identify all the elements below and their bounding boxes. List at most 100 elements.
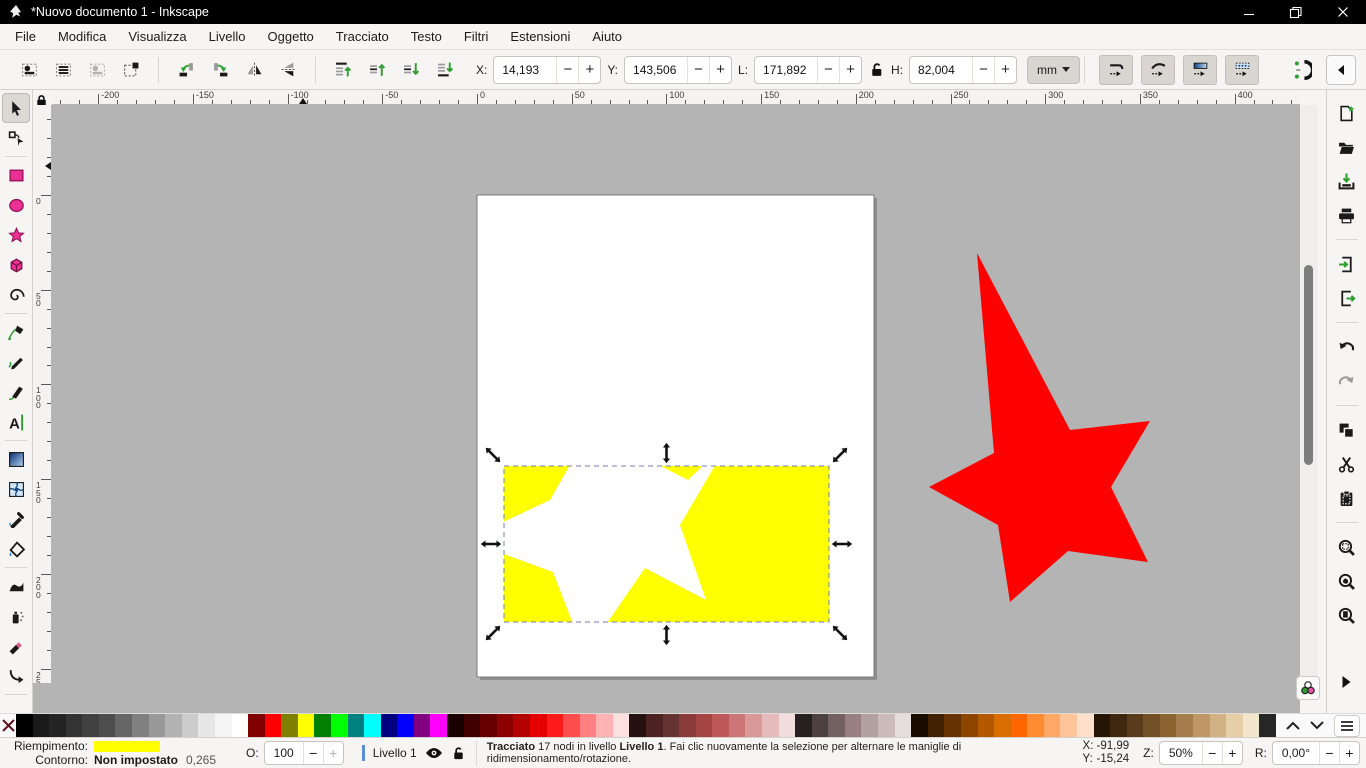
palette-swatch[interactable] bbox=[49, 714, 66, 737]
palette-swatch[interactable] bbox=[530, 714, 547, 737]
palette-swatch[interactable] bbox=[497, 714, 514, 737]
palette-swatch[interactable] bbox=[944, 714, 961, 737]
x-decrement-button[interactable]: − bbox=[556, 57, 578, 83]
palette-swatch[interactable] bbox=[480, 714, 497, 737]
width-decrement-button[interactable]: − bbox=[817, 57, 839, 83]
menu-oggetto[interactable]: Oggetto bbox=[257, 26, 325, 47]
palette-menu-icon[interactable] bbox=[1334, 715, 1360, 737]
y-field[interactable]: 143,506 − + bbox=[624, 56, 732, 84]
cut-button[interactable] bbox=[1333, 449, 1361, 479]
palette-swatch[interactable] bbox=[1011, 714, 1028, 737]
paste-button[interactable] bbox=[1333, 483, 1361, 513]
deselect-button[interactable] bbox=[84, 57, 110, 83]
spray-tool[interactable] bbox=[2, 601, 30, 631]
palette-swatch[interactable] bbox=[1160, 714, 1177, 737]
x-field[interactable]: 14,193 − + bbox=[493, 56, 601, 84]
star-tool[interactable] bbox=[2, 220, 30, 250]
palette-swatch[interactable] bbox=[547, 714, 564, 737]
palette-swatch[interactable] bbox=[82, 714, 99, 737]
menu-testo[interactable]: Testo bbox=[400, 26, 453, 47]
palette-swatch[interactable] bbox=[845, 714, 862, 737]
flip-vertical-button[interactable] bbox=[275, 57, 301, 83]
palette-swatch[interactable] bbox=[198, 714, 215, 737]
vertical-scrollbar-thumb[interactable] bbox=[1304, 265, 1313, 465]
spiral-tool[interactable] bbox=[2, 280, 30, 310]
mesh-gradient-tool[interactable] bbox=[2, 474, 30, 504]
palette-swatch[interactable] bbox=[314, 714, 331, 737]
palette-swatch[interactable] bbox=[1243, 714, 1260, 737]
zoom-page-button[interactable] bbox=[1333, 600, 1361, 630]
palette-swatch[interactable] bbox=[580, 714, 597, 737]
stroke-value[interactable]: Non impostato bbox=[94, 753, 178, 767]
palette-swatch[interactable] bbox=[265, 714, 282, 737]
palette-swatch[interactable] bbox=[232, 714, 249, 737]
palette-swatch[interactable] bbox=[1027, 714, 1044, 737]
palette-swatch[interactable] bbox=[1259, 714, 1276, 737]
menu-filtri[interactable]: Filtri bbox=[453, 26, 500, 47]
height-increment-button[interactable]: + bbox=[994, 57, 1016, 83]
scale-stroke-toggle-button[interactable] bbox=[1099, 55, 1133, 85]
vertical-scrollbar[interactable] bbox=[1300, 105, 1318, 683]
palette-swatch[interactable] bbox=[248, 714, 265, 737]
width-increment-button[interactable]: + bbox=[839, 57, 861, 83]
palette-swatch[interactable] bbox=[414, 714, 431, 737]
collapse-toolbar-button[interactable] bbox=[1326, 55, 1356, 85]
palette-swatch[interactable] bbox=[563, 714, 580, 737]
color-managed-view-icon[interactable] bbox=[1296, 676, 1320, 700]
opacity-value[interactable]: 100 bbox=[265, 746, 303, 760]
y-increment-button[interactable]: + bbox=[709, 57, 731, 83]
layer-name[interactable]: Livello 1 bbox=[373, 746, 417, 760]
menu-modifica[interactable]: Modifica bbox=[47, 26, 117, 47]
layer-visibility-icon[interactable] bbox=[425, 746, 443, 760]
x-increment-button[interactable]: + bbox=[578, 57, 600, 83]
opacity-field[interactable]: 100 − + bbox=[264, 741, 344, 765]
palette-swatch[interactable] bbox=[1094, 714, 1111, 737]
save-button[interactable] bbox=[1333, 166, 1361, 196]
palette-swatch[interactable] bbox=[364, 714, 381, 737]
move-gradients-toggle-button[interactable] bbox=[1183, 55, 1217, 85]
node-editor-tool[interactable] bbox=[2, 123, 30, 153]
pen-tool[interactable] bbox=[2, 317, 30, 347]
minimize-button[interactable] bbox=[1225, 0, 1272, 24]
zoom-selection-button[interactable] bbox=[1333, 532, 1361, 562]
text-tool[interactable]: A bbox=[2, 407, 30, 437]
unit-dropdown[interactable]: mm bbox=[1027, 56, 1080, 84]
palette-swatch[interactable] bbox=[132, 714, 149, 737]
restore-button[interactable] bbox=[1272, 0, 1319, 24]
palette-swatch[interactable] bbox=[16, 714, 33, 737]
eraser-tool[interactable] bbox=[2, 631, 30, 661]
raise-to-top-button[interactable] bbox=[330, 57, 356, 83]
palette-swatch[interactable] bbox=[281, 714, 298, 737]
palette-swatch[interactable] bbox=[663, 714, 680, 737]
palette-swatch[interactable] bbox=[795, 714, 812, 737]
layer-lock-icon[interactable] bbox=[451, 745, 466, 761]
palette-swatch[interactable] bbox=[33, 714, 50, 737]
gradient-tool[interactable] bbox=[2, 444, 30, 474]
raise-button[interactable] bbox=[364, 57, 390, 83]
red-star-shape[interactable] bbox=[929, 253, 1150, 602]
palette-swatch[interactable] bbox=[149, 714, 166, 737]
palette-swatch[interactable] bbox=[961, 714, 978, 737]
palette-swatch[interactable] bbox=[447, 714, 464, 737]
palette-swatch[interactable] bbox=[182, 714, 199, 737]
width-field[interactable]: 171,892 − + bbox=[754, 56, 862, 84]
zoom-value[interactable]: 50% bbox=[1160, 746, 1202, 760]
undo-button[interactable] bbox=[1333, 332, 1361, 362]
rectangle-tool[interactable] bbox=[2, 160, 30, 190]
select-all-layers-button[interactable] bbox=[50, 57, 76, 83]
rotation-field[interactable]: 0,00° − + bbox=[1272, 741, 1360, 765]
palette-swatch[interactable] bbox=[779, 714, 796, 737]
palette-swatch[interactable] bbox=[215, 714, 232, 737]
palette-swatch[interactable] bbox=[679, 714, 696, 737]
palette-swatch[interactable] bbox=[115, 714, 132, 737]
palette-swatch[interactable] bbox=[762, 714, 779, 737]
horizontal-scrollbar[interactable] bbox=[52, 683, 1300, 697]
open-button[interactable] bbox=[1333, 132, 1361, 162]
fill-color-swatch[interactable] bbox=[94, 741, 160, 752]
scale-corners-toggle-button[interactable] bbox=[1141, 55, 1175, 85]
lower-to-bottom-button[interactable] bbox=[432, 57, 458, 83]
palette-scroll-down-icon[interactable] bbox=[1310, 721, 1324, 730]
horizontal-ruler[interactable]: -200-150-100-50050100150200250300350400 bbox=[52, 90, 1300, 105]
palette-swatch[interactable] bbox=[1044, 714, 1061, 737]
palette-swatch[interactable] bbox=[430, 714, 447, 737]
